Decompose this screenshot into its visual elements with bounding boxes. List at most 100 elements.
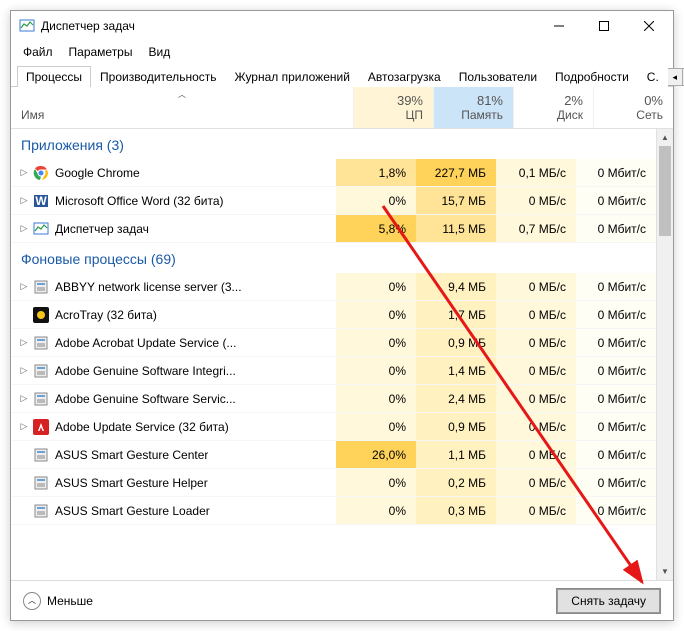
chevron-up-icon: ︿ (23, 592, 41, 610)
scroll-down-icon[interactable]: ▼ (657, 563, 673, 580)
cell: 0,3 МБ (416, 497, 496, 524)
cell: 0% (336, 497, 416, 524)
process-icon (33, 221, 49, 237)
cell: 0,1 МБ/с (496, 159, 576, 186)
cell: 1,4 МБ (416, 357, 496, 384)
fewer-details-button[interactable]: ︿ Меньше (23, 592, 93, 610)
process-name: Google Chrome (55, 166, 140, 180)
cell: 0 Мбит/с (576, 497, 656, 524)
cell: 0 Мбит/с (576, 159, 656, 186)
expand-icon[interactable]: ▷ (17, 281, 31, 292)
col-label: Диск (557, 108, 583, 122)
group-header-0: Приложения (3) (11, 129, 656, 159)
cell: 0% (336, 187, 416, 214)
table-row[interactable]: ASUS Smart Gesture Helper0%0,2 МБ0 МБ/с0… (11, 469, 656, 497)
tab-4[interactable]: Пользователи (450, 66, 546, 87)
expand-icon[interactable]: ▷ (17, 365, 31, 376)
process-name: AcroTray (32 бита) (55, 308, 157, 322)
cell: 0 Мбит/с (576, 215, 656, 242)
footer: ︿ Меньше Снять задачу (11, 580, 673, 620)
end-task-button[interactable]: Снять задачу (556, 588, 661, 614)
process-icon (33, 335, 49, 351)
table-row[interactable]: ▷WMicrosoft Office Word (32 бита)0%15,7 … (11, 187, 656, 215)
cell: 0 Мбит/с (576, 469, 656, 496)
col-header-0[interactable]: 39%ЦП (353, 87, 433, 128)
process-icon (33, 165, 49, 181)
cell: 0 МБ/с (496, 357, 576, 384)
process-name: Microsoft Office Word (32 бита) (55, 194, 224, 208)
col-pct: 0% (644, 93, 663, 108)
col-name-label: Имя (21, 108, 44, 122)
process-name: Диспетчер задач (55, 222, 149, 236)
process-name: Adobe Genuine Software Integri... (55, 364, 236, 378)
tab-6[interactable]: С. (638, 66, 668, 87)
table-row[interactable]: ▷Диспетчер задач5,8%11,5 МБ0,7 МБ/с0 Мби… (11, 215, 656, 243)
fewer-details-label: Меньше (47, 594, 93, 608)
group-header-1: Фоновые процессы (69) (11, 243, 656, 273)
process-icon (33, 419, 49, 435)
process-list: Приложения (3)▷Google Chrome1,8%227,7 МБ… (11, 129, 656, 580)
tab-5[interactable]: Подробности (546, 66, 638, 87)
table-row[interactable]: ▷Adobe Update Service (32 бита)0%0,9 МБ0… (11, 413, 656, 441)
process-icon (33, 391, 49, 407)
col-name-header[interactable]: ︿ Имя (11, 87, 353, 128)
minimize-button[interactable] (536, 12, 581, 40)
col-pct: 2% (564, 93, 583, 108)
cell: 0 МБ/с (496, 187, 576, 214)
table-row[interactable]: ▷Adobe Genuine Software Integri...0%1,4 … (11, 357, 656, 385)
process-name: ASUS Smart Gesture Center (55, 448, 208, 462)
expand-icon[interactable]: ▷ (17, 421, 31, 432)
cell: 26,0% (336, 441, 416, 468)
cell: 1,8% (336, 159, 416, 186)
menubar: ФайлПараметрыВид (11, 41, 673, 63)
menu-0[interactable]: Файл (15, 43, 61, 61)
col-pct: 39% (397, 93, 423, 108)
table-row[interactable]: ▷Google Chrome1,8%227,7 МБ0,1 МБ/с0 Мбит… (11, 159, 656, 187)
cell: 0 МБ/с (496, 441, 576, 468)
expand-icon[interactable]: ▷ (17, 337, 31, 348)
menu-1[interactable]: Параметры (61, 43, 141, 61)
process-icon (33, 363, 49, 379)
table-row[interactable]: ▷ABBYY network license server (3...0%9,4… (11, 273, 656, 301)
scroll-thumb[interactable] (659, 146, 671, 236)
expand-icon[interactable]: ▷ (17, 195, 31, 206)
col-header-2[interactable]: 2%Диск (513, 87, 593, 128)
cell: 0,9 МБ (416, 413, 496, 440)
maximize-button[interactable] (581, 12, 626, 40)
col-header-1[interactable]: 81%Память (433, 87, 513, 128)
table-row[interactable]: ▷Adobe Acrobat Update Service (...0%0,9 … (11, 329, 656, 357)
expand-icon[interactable]: ▷ (17, 223, 31, 234)
column-headers: ︿ Имя 39%ЦП81%Память2%Диск0%Сеть (11, 87, 673, 129)
tab-3[interactable]: Автозагрузка (359, 66, 450, 87)
cell: 0 Мбит/с (576, 187, 656, 214)
cell: 0% (336, 301, 416, 328)
process-name: ASUS Smart Gesture Helper (55, 476, 208, 490)
expand-icon[interactable]: ▷ (17, 393, 31, 404)
process-icon: W (33, 193, 49, 209)
menu-2[interactable]: Вид (140, 43, 178, 61)
sort-indicator-icon: ︿ (178, 89, 186, 100)
process-icon (33, 307, 49, 323)
vertical-scrollbar[interactable]: ▲ ▼ (656, 129, 673, 580)
tab-prev-icon[interactable]: ◂ (667, 68, 683, 86)
scroll-up-icon[interactable]: ▲ (657, 129, 673, 146)
expand-icon[interactable]: ▷ (17, 167, 31, 178)
tab-strip: ПроцессыПроизводительностьЖурнал приложе… (11, 63, 673, 87)
titlebar[interactable]: Диспетчер задач (11, 11, 673, 41)
cell: 1,1 МБ (416, 441, 496, 468)
tab-2[interactable]: Журнал приложений (226, 66, 359, 87)
table-row[interactable]: AcroTray (32 бита)0%1,7 МБ0 МБ/с0 Мбит/с (11, 301, 656, 329)
process-name: Adobe Update Service (32 бита) (55, 420, 229, 434)
tab-0[interactable]: Процессы (17, 66, 91, 87)
cell: 0% (336, 329, 416, 356)
close-button[interactable] (626, 12, 671, 40)
table-row[interactable]: ASUS Smart Gesture Loader0%0,3 МБ0 МБ/с0… (11, 497, 656, 525)
table-row[interactable]: ▷Adobe Genuine Software Servic...0%2,4 М… (11, 385, 656, 413)
col-header-3[interactable]: 0%Сеть (593, 87, 673, 128)
tab-1[interactable]: Производительность (91, 66, 225, 87)
process-icon (33, 279, 49, 295)
table-row[interactable]: ASUS Smart Gesture Center 26,0%1,1 МБ0 МБ… (11, 441, 656, 469)
cell: 0 Мбит/с (576, 441, 656, 468)
cell: 5,8% (336, 215, 416, 242)
scroll-track[interactable] (657, 146, 673, 563)
